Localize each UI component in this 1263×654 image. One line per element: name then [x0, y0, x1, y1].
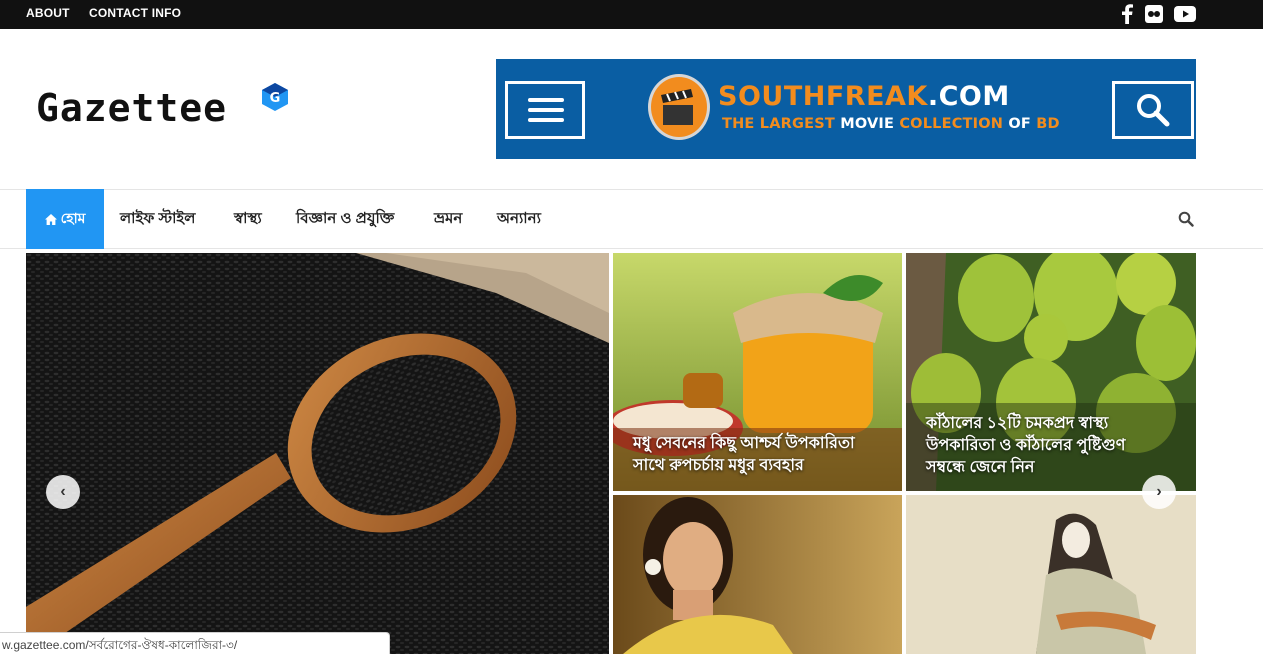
nav-item-others[interactable]: অন্যান্য: [497, 207, 541, 232]
nav-item-lifestyle[interactable]: লাইফ স্টাইল: [120, 207, 195, 232]
post-title-honey[interactable]: মধু সেবনের কিছু আশ্চর্য উপকারিতা সাথে রু…: [633, 433, 888, 477]
youtube-icon[interactable]: [1174, 3, 1196, 25]
slider-next-button[interactable]: ›: [1142, 475, 1176, 509]
post-tile-honey[interactable]: মধু সেবনের কিছু আশ্চর্য উপকারিতা সাথে রু…: [613, 253, 902, 491]
logo-badge-icon: G: [262, 83, 288, 111]
search-icon[interactable]: [1178, 211, 1194, 227]
advertisement-banner[interactable]: SOUTHFREAK.COM THE LARGEST MOVIE COLLECT…: [496, 59, 1196, 159]
clapperboard-icon: [648, 74, 710, 140]
facebook-icon[interactable]: [1116, 3, 1138, 25]
nav-item-home[interactable]: হোম: [26, 189, 104, 249]
banner-subtitle: THE LARGEST MOVIE COLLECTION OF BD: [722, 116, 1060, 132]
logo-text: Gazettee: [36, 86, 228, 130]
contact-info-link[interactable]: CONTACT INFO: [89, 6, 181, 20]
nav-item-travel[interactable]: ভ্রমন: [434, 207, 462, 232]
post-title-jackfruit[interactable]: কাঁঠালের ১২টি চমকপ্রদ স্বাস্থ্য উপকারিতা…: [926, 413, 1182, 479]
nav-item-health[interactable]: স্বাস্থ্য: [234, 207, 262, 232]
post-tile-painting[interactable]: [906, 495, 1196, 654]
nav-item-science-tech[interactable]: বিজ্ঞান ও প্রযুক্তি: [296, 207, 394, 232]
classical-painting-image: [906, 495, 1196, 654]
post-tile-beauty[interactable]: [613, 495, 902, 654]
svg-text:G: G: [270, 91, 281, 106]
about-link[interactable]: ABOUT: [26, 6, 70, 20]
nav-item-home-label: হোম: [60, 210, 86, 226]
home-icon: [44, 213, 57, 225]
nav-divider-top: [0, 189, 1263, 190]
featured-slide[interactable]: [26, 253, 609, 654]
post-tile-jackfruit[interactable]: কাঁঠালের ১২টি চমকপ্রদ স্বাস্থ্য উপকারিতা…: [906, 253, 1196, 491]
top-bar: ABOUT CONTACT INFO: [0, 0, 1263, 29]
banner-title: SOUTHFREAK.COM: [718, 81, 1010, 112]
flickr-icon[interactable]: [1143, 3, 1165, 25]
banner-menu-icon: [505, 81, 585, 139]
status-bar-url: w.gazettee.com/সর্বরোগের-ঔষধ-কালোজিরা-৩/: [0, 632, 390, 654]
slider-prev-button[interactable]: ‹: [46, 475, 80, 509]
black-seed-spoon-image: [26, 253, 609, 654]
woman-portrait-image: [613, 495, 902, 654]
site-logo[interactable]: Gazettee G: [36, 83, 306, 136]
nav-divider-bottom: [0, 248, 1263, 249]
banner-search-icon: [1112, 81, 1194, 139]
